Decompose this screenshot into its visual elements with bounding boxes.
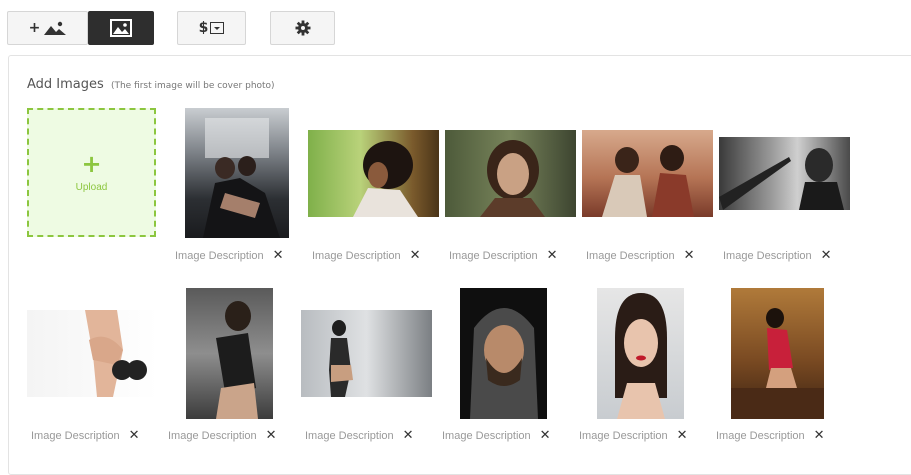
section-hint: (The first image will be cover photo) [110, 81, 275, 91]
remove-icon[interactable]: ✕ [129, 428, 140, 443]
tab-add-image[interactable]: + [7, 11, 88, 45]
upload-label: Upload [75, 182, 108, 193]
remove-icon[interactable]: ✕ [821, 248, 832, 263]
image-caption: Image Description ✕ [716, 428, 853, 443]
section-title: Add Images (The first image will be cove… [27, 77, 275, 92]
image-icon [110, 19, 132, 37]
photo-woman-red-lips [615, 293, 667, 419]
remove-icon[interactable]: ✕ [403, 428, 414, 443]
gear-icon [295, 20, 310, 36]
image-thumbnail[interactable] [582, 130, 713, 217]
image-caption: Image Description ✕ [305, 428, 442, 443]
image-description[interactable]: Image Description [449, 250, 538, 262]
plus-icon: + [81, 150, 102, 178]
remove-icon[interactable]: ✕ [273, 248, 284, 263]
image-thumbnail[interactable] [460, 288, 547, 419]
photo-woman-wall [329, 320, 353, 397]
image-thumbnail[interactable] [308, 130, 439, 217]
image-description[interactable]: Image Description [175, 250, 264, 262]
photo-woman-red-dress [731, 308, 824, 419]
image-caption: Image Description ✕ [586, 248, 723, 263]
remove-icon[interactable]: ✕ [266, 428, 277, 443]
image-thumbnail[interactable] [445, 130, 576, 217]
image-thumbnail[interactable] [597, 288, 684, 419]
image-caption: Image Description ✕ [442, 428, 579, 443]
image-description[interactable]: Image Description [579, 430, 668, 442]
image-thumbnail[interactable] [185, 108, 289, 238]
tab-pricing[interactable]: $ [177, 11, 246, 45]
photo-man-phone [719, 148, 844, 210]
image-thumbnail[interactable] [186, 288, 273, 419]
image-thumbnail[interactable] [731, 288, 824, 419]
image-description[interactable]: Image Description [442, 430, 531, 442]
remove-icon[interactable]: ✕ [814, 428, 825, 443]
image-description[interactable]: Image Description [31, 430, 120, 442]
tab-images[interactable] [88, 11, 154, 45]
remove-icon[interactable]: ✕ [540, 428, 551, 443]
image-caption: Image Description ✕ [449, 248, 586, 263]
price-dropdown-icon [210, 22, 225, 34]
photo-woman-chair [216, 301, 258, 419]
image-description[interactable]: Image Description [312, 250, 401, 262]
image-thumbnail[interactable] [301, 310, 432, 397]
image-description[interactable]: Image Description [168, 430, 257, 442]
tab-add-plus: + [28, 20, 41, 36]
image-caption: Image Description ✕ [579, 428, 716, 443]
image-caption: Image Description ✕ [175, 248, 312, 263]
image-caption: Image Description ✕ [723, 248, 860, 263]
tab-settings[interactable] [270, 11, 335, 45]
photo-bearded-man [470, 308, 538, 419]
remove-icon[interactable]: ✕ [684, 248, 695, 263]
photo-couple [203, 118, 280, 238]
image-caption: Image Description ✕ [168, 428, 305, 443]
remove-icon[interactable]: ✕ [410, 248, 421, 263]
photo-woman-curly [353, 141, 418, 217]
image-description[interactable]: Image Description [586, 250, 675, 262]
image-caption: Image Description ✕ [312, 248, 449, 263]
landscape-icon [44, 21, 67, 35]
image-description[interactable]: Image Description [716, 430, 805, 442]
image-description[interactable]: Image Description [305, 430, 394, 442]
dollar-label: $ [198, 20, 209, 36]
photo-woman-portrait [480, 140, 545, 217]
section-title-text: Add Images [27, 77, 104, 92]
remove-icon[interactable]: ✕ [547, 248, 558, 263]
image-description[interactable]: Image Description [723, 250, 812, 262]
image-thumbnail[interactable] [27, 310, 158, 397]
image-caption: Image Description ✕ [31, 428, 168, 443]
upload-dropzone[interactable]: + Upload [27, 108, 156, 237]
image-thumbnail[interactable] [719, 137, 850, 210]
remove-icon[interactable]: ✕ [677, 428, 688, 443]
photo-fitness-woman [85, 310, 147, 397]
photo-two-women [602, 145, 694, 217]
